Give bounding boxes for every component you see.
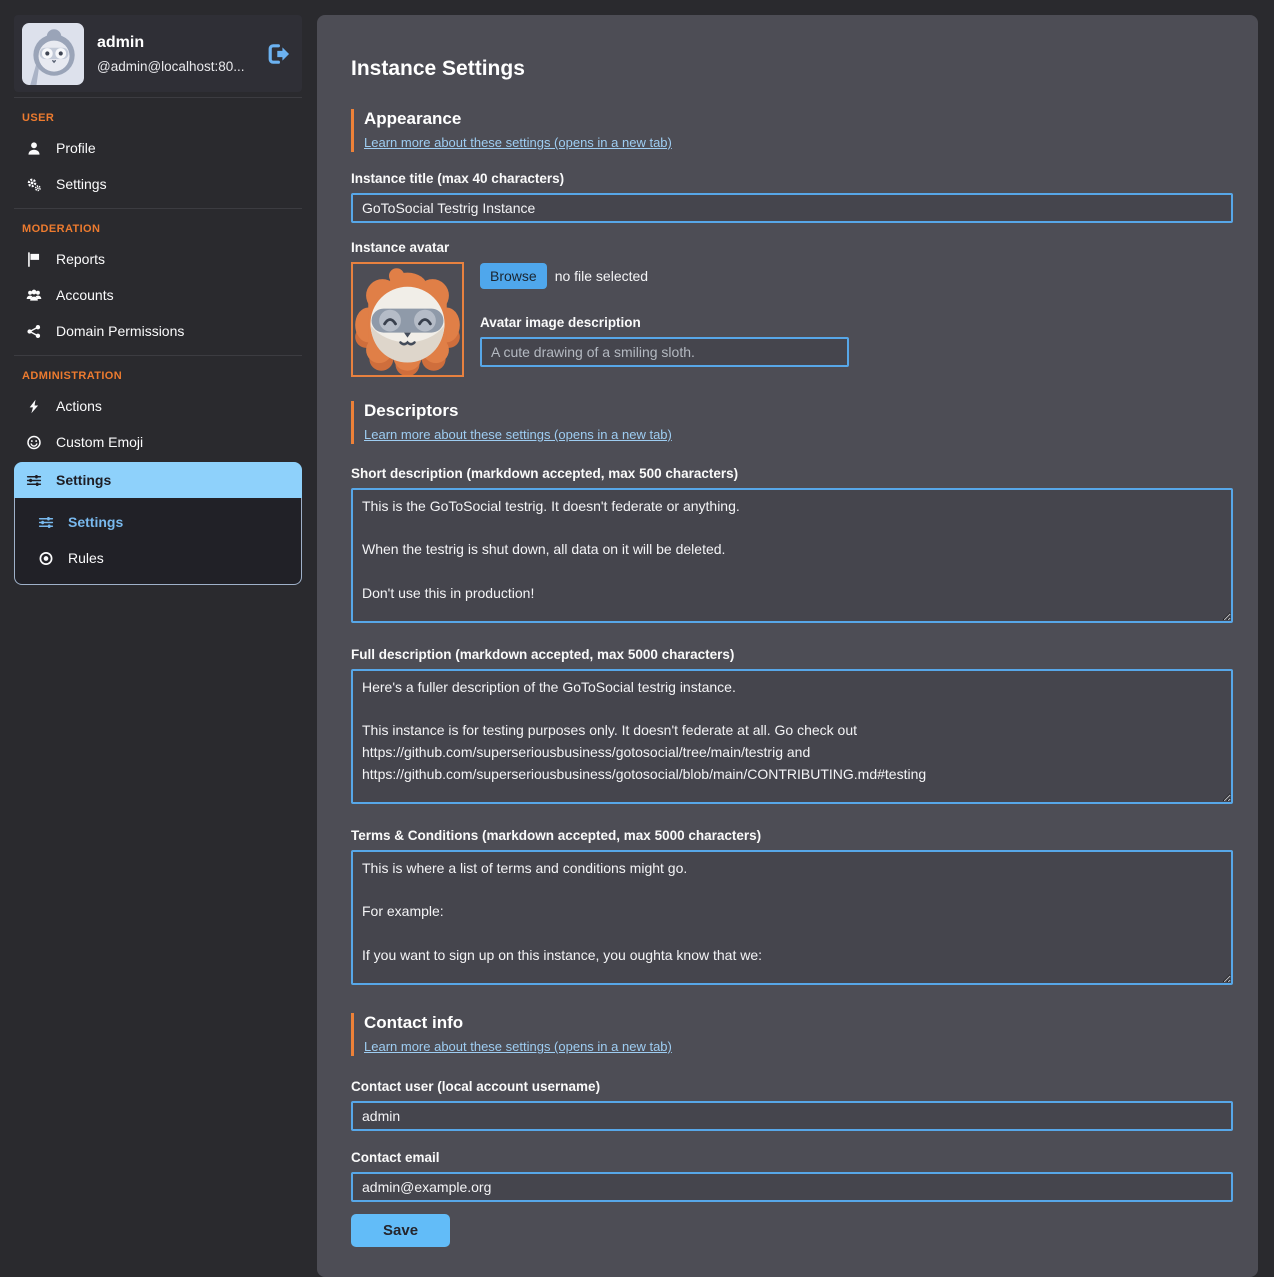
sliders-icon xyxy=(37,514,54,530)
appearance-learn-more-link[interactable]: Learn more about these settings (opens i… xyxy=(364,135,672,150)
submenu-item-label: Rules xyxy=(68,550,104,566)
full-description-textarea[interactable]: Here's a fuller description of the GoToS… xyxy=(351,669,1233,804)
descriptors-learn-more-link[interactable]: Learn more about these settings (opens i… xyxy=(364,427,672,442)
file-status-text: no file selected xyxy=(555,268,648,284)
contact-section-header: Contact info Learn more about these sett… xyxy=(351,1013,1233,1056)
user-handle: @admin@localhost:80... xyxy=(97,59,244,74)
avatar-description-label: Avatar image description xyxy=(480,315,849,330)
contact-learn-more-link[interactable]: Learn more about these settings (opens i… xyxy=(364,1039,672,1054)
page-title: Instance Settings xyxy=(351,57,1233,81)
sidebar-item-label: Domain Permissions xyxy=(56,323,184,339)
instance-title-label: Instance title (max 40 characters) xyxy=(351,171,1233,186)
sidebar-item-reports[interactable]: Reports xyxy=(14,241,302,277)
app-root: admin @admin@localhost:80... USER Profil… xyxy=(0,0,1274,1246)
sidebar-item-user-settings[interactable]: Settings xyxy=(14,166,302,202)
sidebar-item-label: Reports xyxy=(56,251,105,267)
save-button[interactable]: Save xyxy=(351,1214,450,1247)
bolt-icon xyxy=(25,398,42,414)
user-icon xyxy=(25,140,42,156)
terms-label: Terms & Conditions (markdown accepted, m… xyxy=(351,828,1233,843)
avatar-description-input[interactable] xyxy=(480,337,849,367)
user-name: admin xyxy=(97,34,244,52)
share-nodes-icon xyxy=(25,323,42,339)
circle-dot-icon xyxy=(37,550,54,566)
contact-user-input[interactable] xyxy=(351,1101,1233,1131)
contact-user-label: Contact user (local account username) xyxy=(351,1079,1233,1094)
instance-avatar-image xyxy=(351,262,464,377)
full-description-label: Full description (markdown accepted, max… xyxy=(351,647,1233,662)
user-card[interactable]: admin @admin@localhost:80... xyxy=(14,15,302,92)
gears-icon xyxy=(25,176,42,192)
appearance-section-header: Appearance Learn more about these settin… xyxy=(351,109,1233,152)
instance-title-input[interactable] xyxy=(351,193,1233,223)
sidebar-item-actions[interactable]: Actions xyxy=(14,388,302,424)
submenu-item-settings[interactable]: Settings xyxy=(15,504,301,540)
instance-avatar-row: Browse no file selected Avatar image des… xyxy=(351,262,1233,377)
sidebar-item-label: Accounts xyxy=(56,287,114,303)
terms-textarea[interactable]: This is where a list of terms and condit… xyxy=(351,850,1233,985)
section-label-user: USER xyxy=(14,102,302,130)
sidebar-item-label: Actions xyxy=(56,398,102,414)
instance-avatar-label: Instance avatar xyxy=(351,240,1233,255)
sidebar-item-label: Settings xyxy=(56,176,107,192)
sidebar-section-administration: ADMINISTRATION Actions Custom Emoji Sett… xyxy=(14,355,302,591)
instance-settings-panel: Instance Settings Appearance Learn more … xyxy=(317,15,1258,1277)
sliders-icon xyxy=(25,472,42,488)
avatar-controls: Browse no file selected Avatar image des… xyxy=(480,262,849,377)
descriptors-section-header: Descriptors Learn more about these setti… xyxy=(351,401,1233,444)
contact-email-label: Contact email xyxy=(351,1150,1233,1165)
section-label-administration: ADMINISTRATION xyxy=(14,360,302,388)
settings-submenu: Settings Rules xyxy=(14,498,302,585)
short-description-label: Short description (markdown accepted, ma… xyxy=(351,466,1233,481)
sidebar-section-user: USER Profile Settings xyxy=(14,97,302,208)
sidebar-item-admin-settings[interactable]: Settings xyxy=(14,462,302,498)
appearance-heading: Appearance xyxy=(364,109,1233,129)
section-label-moderation: MODERATION xyxy=(14,213,302,241)
smiley-icon xyxy=(25,434,42,450)
descriptors-heading: Descriptors xyxy=(364,401,1233,421)
sidebar-item-accounts[interactable]: Accounts xyxy=(14,277,302,313)
sidebar-item-label: Settings xyxy=(56,472,111,488)
sign-out-icon[interactable] xyxy=(268,44,290,64)
submenu-item-rules[interactable]: Rules xyxy=(15,540,301,576)
flag-icon xyxy=(25,251,42,267)
users-icon xyxy=(25,287,42,303)
short-description-textarea[interactable]: This is the GoToSocial testrig. It doesn… xyxy=(351,488,1233,623)
sidebar-item-domain-permissions[interactable]: Domain Permissions xyxy=(14,313,302,349)
user-meta: admin @admin@localhost:80... xyxy=(97,34,244,74)
sidebar-item-profile[interactable]: Profile xyxy=(14,130,302,166)
submenu-item-label: Settings xyxy=(68,514,123,530)
contact-email-input[interactable] xyxy=(351,1172,1233,1202)
browse-button[interactable]: Browse xyxy=(480,263,547,289)
sidebar-item-label: Custom Emoji xyxy=(56,434,143,450)
sidebar-item-label: Profile xyxy=(56,140,96,156)
user-avatar xyxy=(22,23,84,85)
sidebar-section-moderation: MODERATION Reports Accounts Domain Permi… xyxy=(14,208,302,355)
sidebar: admin @admin@localhost:80... USER Profil… xyxy=(14,15,302,591)
contact-heading: Contact info xyxy=(364,1013,1233,1033)
sidebar-item-custom-emoji[interactable]: Custom Emoji xyxy=(14,424,302,460)
